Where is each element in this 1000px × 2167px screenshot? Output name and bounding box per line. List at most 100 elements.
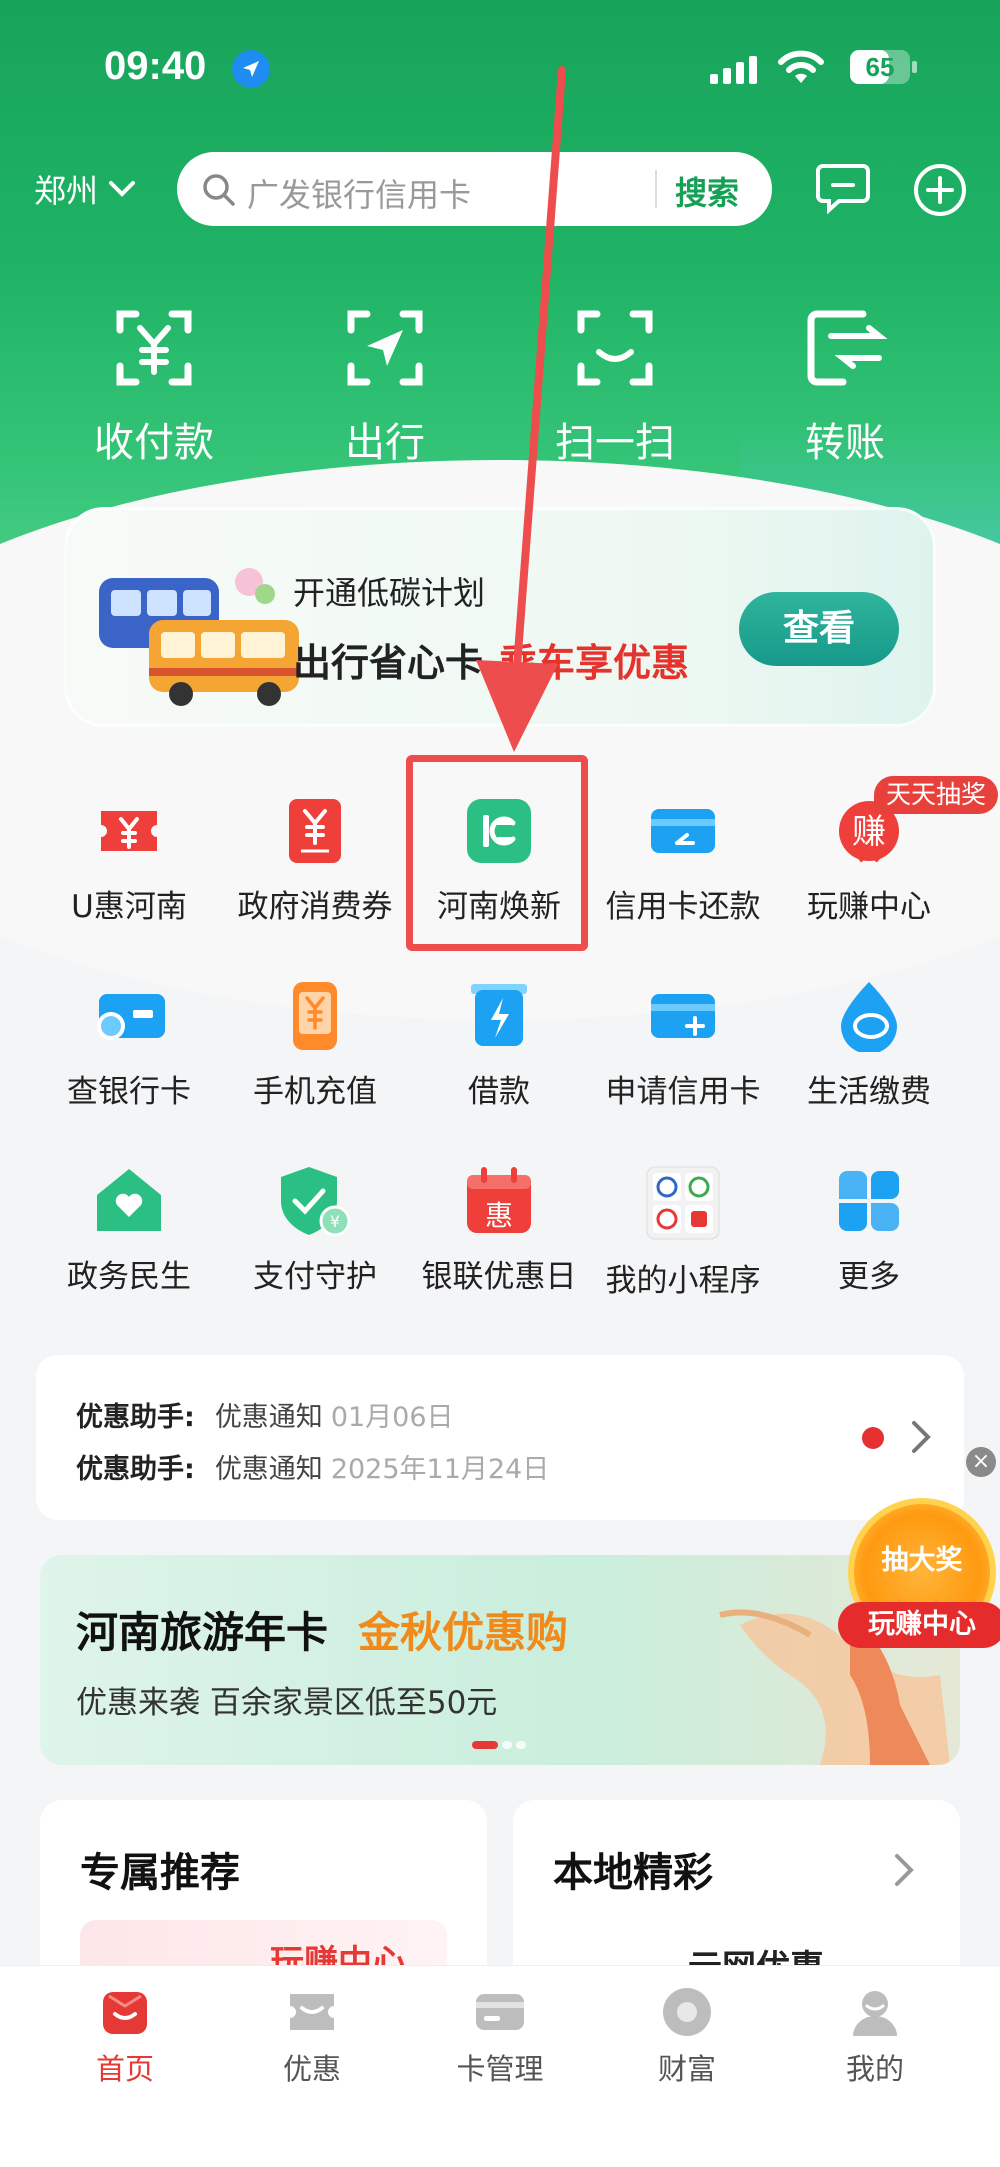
service-label: 我的小程序 — [605, 1263, 761, 1299]
service-earn-center[interactable]: 赚 玩赚中心 — [776, 795, 962, 926]
tab-label: 优惠 — [282, 2052, 341, 2086]
chevron-right-icon[interactable] — [891, 1850, 917, 1890]
banner-title-text: 河南旅游年卡 — [76, 1608, 329, 1657]
battery-percent: 65 — [865, 52, 895, 82]
search-bar[interactable]: 广发银行信用卡 搜索 — [177, 152, 772, 226]
close-icon[interactable]: × — [966, 1447, 996, 1477]
lottery-badge: 天天抽奖 — [874, 776, 999, 814]
service-gov-voucher[interactable]: 政府消费券 — [222, 795, 408, 926]
search-divider — [655, 170, 657, 208]
card-search-icon — [97, 994, 165, 1040]
loan-icon — [471, 984, 527, 1046]
calendar-icon: 惠 — [467, 1167, 531, 1233]
chevron-right-icon[interactable] — [906, 1417, 936, 1457]
promo-title: 出行省心卡 乘车享优惠 — [293, 632, 689, 687]
quick-action-transfer[interactable]: 转账 — [755, 300, 935, 468]
notification-type: 优惠通知 — [214, 1402, 323, 1433]
voucher-icon — [289, 799, 341, 863]
quick-action-pay[interactable]: 收付款 — [64, 300, 244, 468]
lottery-float-button[interactable]: 抽大奖 玩赚中心 — [838, 1498, 1000, 1658]
quick-action-travel[interactable]: 出行 — [295, 300, 475, 468]
notification-date: 01月06日 — [330, 1402, 454, 1433]
svg-text:赚: 赚 — [852, 812, 886, 852]
notification-row[interactable]: 优惠助手: 优惠通知 2025年11月24日 — [76, 1447, 549, 1486]
quick-action-label: 收付款 — [94, 420, 214, 466]
service-label: 查银行卡 — [67, 1074, 191, 1110]
service-loan[interactable]: 借款 — [406, 980, 592, 1111]
service-phone-topup[interactable]: 手机充值 — [222, 980, 408, 1111]
banner-subtitle: 优惠来袭 百余家景区低至50元 — [76, 1685, 498, 1721]
quick-action-scan[interactable]: 扫一扫 — [525, 300, 705, 468]
card-title: 专属推荐 — [80, 1850, 240, 1896]
search-input[interactable]: 广发银行信用卡 — [247, 170, 471, 216]
notification-source: 优惠助手: — [76, 1402, 195, 1433]
battery-icon: 65 — [850, 50, 910, 84]
deals-tab-icon — [290, 1994, 334, 2030]
service-label: 信用卡还款 — [605, 889, 761, 925]
lottery-bottom-label: 玩赚中心 — [838, 1602, 1000, 1648]
service-gov-affairs[interactable]: 政务民生 — [36, 1165, 222, 1296]
transfer-icon — [807, 310, 888, 386]
svg-text:惠: 惠 — [485, 1199, 513, 1232]
service-card-search[interactable]: 查银行卡 — [36, 980, 222, 1111]
carousel-dots — [472, 1741, 526, 1749]
search-button[interactable]: 搜索 — [675, 168, 739, 214]
tab-home[interactable]: 首页 — [45, 1984, 205, 2088]
service-u-hui-henan[interactable]: U惠河南 — [36, 795, 222, 926]
tab-deals[interactable]: 优惠 — [232, 1984, 392, 2088]
service-label: 申请信用卡 — [605, 1074, 761, 1110]
battery-cap — [912, 61, 917, 73]
notification-source: 优惠助手: — [76, 1454, 195, 1485]
notification-card[interactable]: 优惠助手: 优惠通知 01月06日 优惠助手: 优惠通知 2025年11月24日 — [36, 1355, 964, 1520]
status-time: 09:40 — [104, 44, 207, 88]
service-utilities[interactable]: 生活缴费 — [776, 980, 962, 1111]
city-selector[interactable]: 郑州 — [34, 166, 136, 212]
tab-mine[interactable]: 我的 — [795, 1984, 955, 2088]
location-arrow-icon — [232, 50, 270, 88]
yuan-scan-icon — [116, 310, 192, 386]
promo-title-text: 出行省心卡 — [293, 641, 484, 685]
tab-card-management[interactable]: 卡管理 — [420, 1984, 580, 2088]
add-icon[interactable] — [912, 162, 968, 218]
quick-action-label: 扫一扫 — [555, 420, 675, 466]
service-mini-programs[interactable]: 我的小程序 — [590, 1165, 776, 1300]
service-label: 生活缴费 — [807, 1074, 931, 1110]
quick-actions: 收付款 出行 扫一扫 转账 — [0, 300, 1000, 470]
tab-label: 财富 — [657, 2052, 716, 2086]
service-unionpay-day[interactable]: 惠 银联优惠日 — [406, 1165, 592, 1296]
service-pay-guard[interactable]: ¥ 支付守护 — [222, 1165, 408, 1296]
travel-card-banner[interactable]: 河南旅游年卡 金秋优惠购 优惠来袭 百余家景区低至50元 — [40, 1555, 960, 1765]
message-icon[interactable] — [815, 162, 871, 214]
banner-highlight: 金秋优惠购 — [358, 1608, 569, 1657]
city-label: 郑州 — [34, 172, 99, 210]
svg-text:¥: ¥ — [330, 1212, 340, 1231]
card-apply-icon — [651, 994, 715, 1038]
bottom-tab-bar: 首页 优惠 卡管理 财富 我的 — [0, 1965, 1000, 2167]
service-label: 银联优惠日 — [421, 1259, 577, 1295]
card-repay-icon — [651, 809, 715, 853]
chevron-down-icon — [109, 181, 136, 197]
service-label: 更多 — [838, 1259, 900, 1295]
promo-subtitle: 开通低碳计划 — [293, 574, 486, 612]
service-card-apply[interactable]: 申请信用卡 — [590, 980, 776, 1111]
notification-row[interactable]: 优惠助手: 优惠通知 01月06日 — [76, 1395, 454, 1434]
wifi-icon — [778, 50, 824, 83]
coupon-icon — [101, 811, 157, 851]
shield-icon: ¥ — [281, 1167, 351, 1237]
service-label: U惠河南 — [71, 889, 187, 925]
service-more[interactable]: 更多 — [776, 1165, 962, 1296]
service-card-repay[interactable]: 信用卡还款 — [590, 795, 776, 926]
more-grid-icon — [839, 1171, 899, 1231]
home-tab-icon — [103, 1992, 147, 2034]
quick-action-label: 出行 — [345, 420, 425, 466]
notification-date: 2025年11月24日 — [330, 1454, 550, 1485]
tab-wealth[interactable]: 财富 — [607, 1984, 767, 2088]
service-label: 政务民生 — [67, 1259, 191, 1295]
unread-dot — [862, 1427, 884, 1449]
promo-view-button[interactable]: 查看 — [739, 592, 899, 666]
promo-card[interactable]: 开通低碳计划 出行省心卡 乘车享优惠 查看 — [64, 507, 936, 727]
cellular-signal-icon — [710, 56, 757, 84]
profile-tab-icon — [853, 1991, 897, 2036]
service-label: 借款 — [468, 1074, 530, 1110]
service-label: 玩赚中心 — [807, 889, 931, 925]
